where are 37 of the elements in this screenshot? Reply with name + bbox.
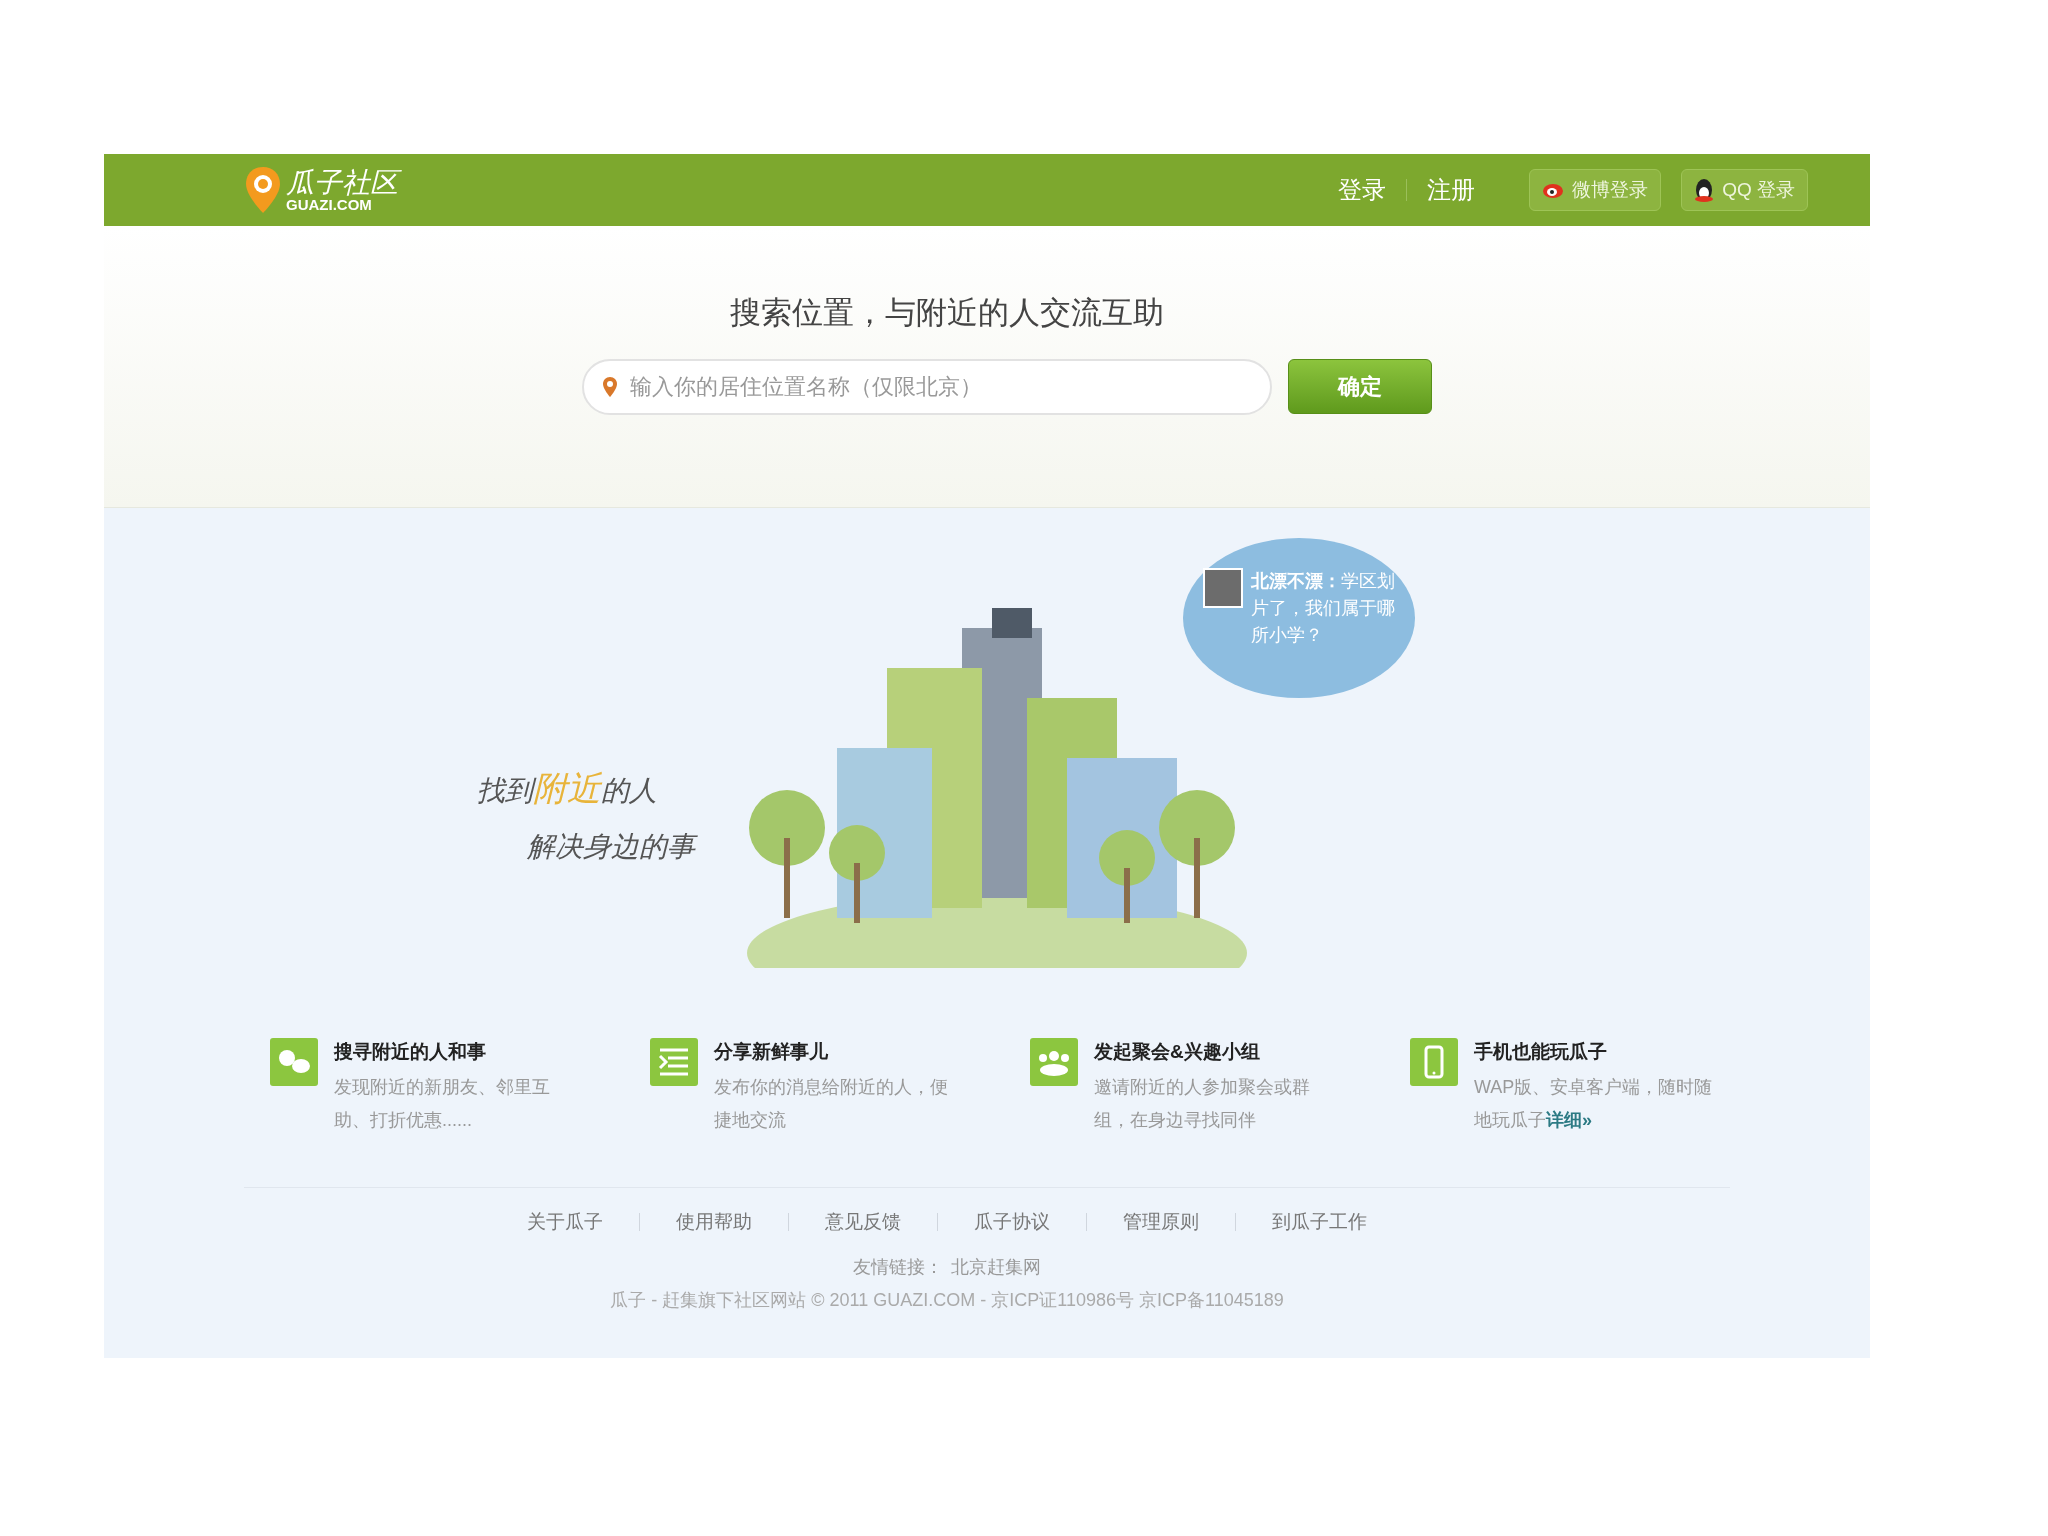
feature-title: 分享新鲜事儿 bbox=[714, 1040, 829, 1064]
feature-description: 发布你的消息给附近的人，便捷地交流 bbox=[714, 1075, 949, 1132]
submit-button[interactable]: 确定 bbox=[1288, 359, 1432, 414]
handwritten-slogan: 找到附近的人 bbox=[477, 767, 658, 810]
nav-link[interactable]: 注册 bbox=[1427, 172, 1476, 208]
penguin-icon bbox=[1694, 178, 1715, 202]
headline: 搜索位置，与附近的人交流互助 bbox=[730, 294, 1164, 332]
details-link[interactable]: 详细» bbox=[1546, 1109, 1592, 1130]
friend-links-label: 友情链接： bbox=[853, 1256, 943, 1279]
social-login-button[interactable]: 微博登录 bbox=[1529, 169, 1662, 211]
speech-bubble-text: 北漂不漂：学区划片了，我们属于哪所小学？ bbox=[1251, 570, 1396, 647]
location-search-field[interactable]: 输入你的居住位置名称（仅限北京） bbox=[582, 358, 1272, 415]
nav-link[interactable]: 登录 bbox=[1338, 172, 1387, 208]
feature-description: WAP版、安卓客户端，随时随地玩瓜子详细» bbox=[1474, 1075, 1714, 1132]
map-pin-logo-icon bbox=[244, 165, 282, 215]
logo-domain: GUAZI.COM bbox=[286, 196, 373, 212]
group-icon bbox=[1030, 1038, 1078, 1086]
friend-link[interactable]: 北京赶集网 bbox=[951, 1254, 1041, 1281]
map-pin-icon bbox=[602, 375, 618, 398]
feature-title: 发起聚会&兴趣小组 bbox=[1094, 1040, 1261, 1064]
footer-link[interactable]: 意见反馈 bbox=[825, 1207, 901, 1236]
feature-title: 手机也能玩瓜子 bbox=[1474, 1040, 1608, 1064]
footer-link[interactable]: 使用帮助 bbox=[676, 1207, 752, 1236]
feature-description: 发现附近的新朋友、邻里互助、打折优惠...... bbox=[334, 1075, 551, 1132]
social-login-button[interactable]: QQ 登录 bbox=[1681, 169, 1808, 211]
footer-link[interactable]: 管理原则 bbox=[1123, 1207, 1199, 1236]
footer-link[interactable]: 到瓜子工作 bbox=[1272, 1207, 1367, 1236]
phone-icon bbox=[1410, 1038, 1458, 1086]
footer-link[interactable]: 瓜子协议 bbox=[974, 1207, 1050, 1236]
avatar-placeholder bbox=[1203, 568, 1243, 608]
footer-link[interactable]: 关于瓜子 bbox=[527, 1207, 603, 1236]
eye-icon bbox=[1542, 181, 1565, 199]
people-icon bbox=[270, 1038, 318, 1086]
list-page-icon bbox=[650, 1038, 698, 1086]
feature-title: 搜寻附近的人和事 bbox=[334, 1040, 487, 1064]
copyright-text: 瓜子 - 赶集旗下社区网站 © 2011 GUAZI.COM - 京ICP证110986号 京ICP备11045189 bbox=[609, 1289, 1285, 1312]
feature-description: 邀请附近的人参加聚会或群组，在身边寻找同伴 bbox=[1094, 1075, 1311, 1132]
